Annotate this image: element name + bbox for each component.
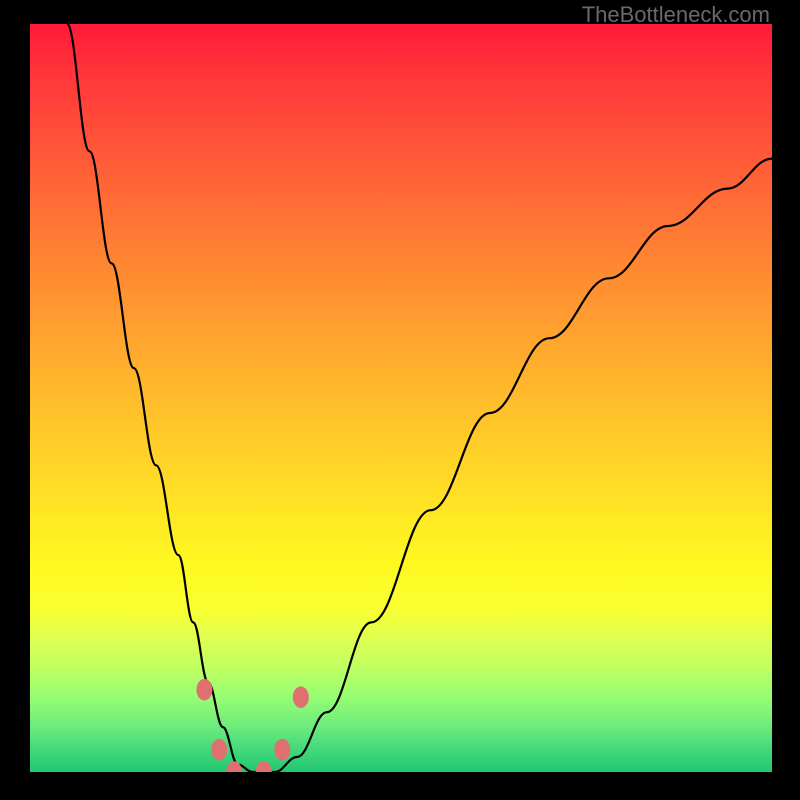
curve-marker <box>226 761 242 772</box>
curve-marker <box>293 686 309 708</box>
curve-marker <box>196 679 212 701</box>
curve-marker <box>256 761 272 772</box>
curve-svg <box>30 24 772 772</box>
chart-container: TheBottleneck.com <box>0 0 800 800</box>
plot-area <box>30 24 772 772</box>
curve-marker <box>211 739 227 761</box>
watermark-text: TheBottleneck.com <box>582 2 770 28</box>
curve-marker <box>274 739 290 761</box>
bottleneck-curve <box>67 24 772 772</box>
